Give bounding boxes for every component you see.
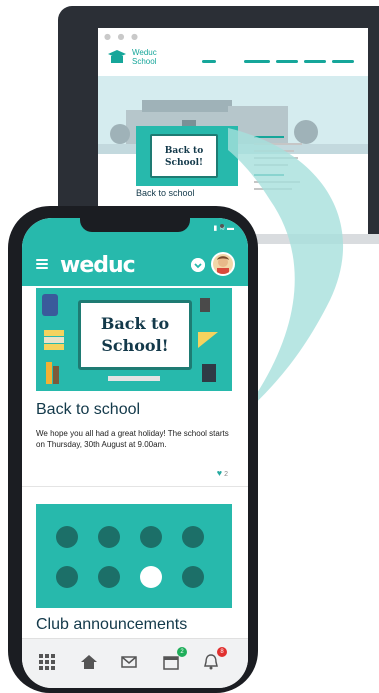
like-button[interactable]: ♥ 2	[217, 468, 228, 478]
notifications-badge: 8	[217, 647, 227, 657]
post-image-club-announcements[interactable]	[36, 504, 232, 608]
post-title[interactable]: Back to school	[36, 401, 140, 419]
phone-screen: ▮ ≋ ▬ weduc Back to School! Back to scho…	[22, 218, 248, 688]
club-icon	[98, 566, 120, 588]
notifications-tab[interactable]: 8	[202, 647, 227, 671]
club-icon	[98, 526, 120, 548]
post-body: We hope you all had a great holiday! The…	[36, 429, 229, 449]
bottom-tab-bar: 2 8	[22, 638, 248, 688]
football-icon	[140, 566, 162, 588]
app-bar: weduc	[22, 246, 248, 286]
like-count: 2	[224, 471, 228, 478]
brand-logo: weduc	[60, 253, 136, 278]
menu-icon[interactable]	[36, 259, 48, 269]
avatar[interactable]	[211, 252, 235, 276]
club-icon	[182, 526, 204, 548]
post-image-back-to-school[interactable]: Back to School!	[36, 288, 232, 391]
grid-icon[interactable]	[38, 653, 56, 671]
home-icon[interactable]	[80, 653, 98, 671]
chevron-down-icon[interactable]	[191, 258, 205, 272]
mail-icon[interactable]	[120, 653, 138, 671]
post-title[interactable]: Club announcements	[36, 616, 187, 634]
club-icon	[182, 566, 204, 588]
heart-icon: ♥	[216, 468, 223, 478]
club-icon	[140, 526, 162, 548]
calendar-tab[interactable]: 2	[162, 647, 187, 671]
club-icon	[56, 566, 78, 588]
phone-notch	[80, 218, 224, 232]
divider	[22, 486, 248, 487]
chalkboard: Back to School!	[78, 300, 192, 370]
club-icon	[56, 526, 78, 548]
calendar-icon	[163, 656, 179, 670]
calendar-badge: 2	[177, 647, 187, 657]
bell-icon	[204, 654, 218, 670]
